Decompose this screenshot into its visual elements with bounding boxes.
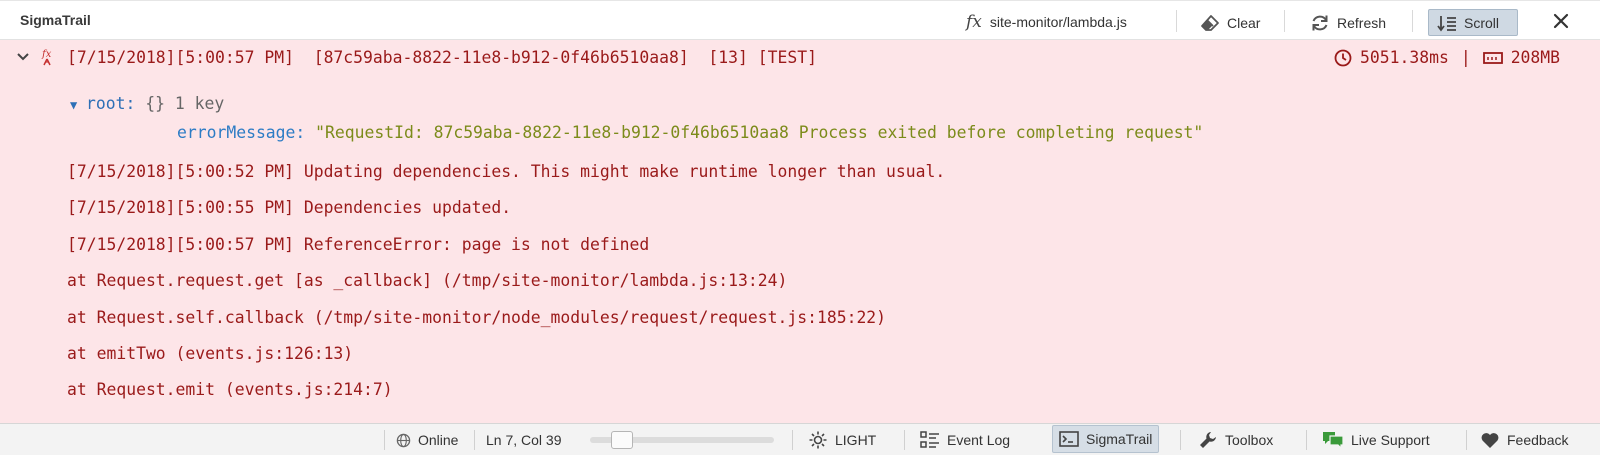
expand-triangle-icon[interactable]: ▼	[70, 98, 86, 112]
sun-icon	[809, 431, 827, 449]
event-log-button[interactable]: Event Log	[920, 428, 1010, 452]
toolbar-divider	[1176, 10, 1177, 32]
refresh-button[interactable]: Refresh	[1302, 9, 1394, 36]
scroll-label: Scroll	[1464, 14, 1500, 31]
clock-icon	[1334, 49, 1352, 66]
app-title: SigmaTrail	[20, 12, 91, 28]
status-divider	[1306, 430, 1307, 450]
close-icon	[1553, 13, 1569, 29]
object-property: errorMessage: "RequestId: 87c59aba-8822-…	[177, 123, 1203, 142]
event-log-label: Event Log	[947, 432, 1011, 448]
refresh-icon	[1312, 15, 1328, 30]
live-support-button[interactable]: Live Support	[1322, 428, 1430, 452]
online-status[interactable]: Online	[396, 428, 458, 452]
function-file-name: site-monitor/lambda.js	[989, 14, 1127, 30]
sigmatrail-button[interactable]: SigmaTrail	[1052, 425, 1160, 453]
object-root-label: root:	[86, 94, 136, 113]
chat-icon	[1323, 432, 1344, 450]
toolbox-label: Toolbox	[1225, 432, 1274, 448]
stack-trace-line: at emitTwo (events.js:126:13)	[67, 344, 354, 363]
log-line: [7/15/2018][5:00:57 PM] ReferenceError: …	[67, 235, 650, 254]
metrics-separator: |	[1460, 48, 1471, 67]
status-divider	[474, 430, 475, 450]
sigmatrail-label: SigmaTrail	[1086, 431, 1153, 447]
toolbar-divider	[1412, 10, 1413, 32]
feedback-label: Feedback	[1507, 432, 1569, 448]
svg-text:fx: fx	[41, 49, 52, 60]
live-support-label: Live Support	[1351, 432, 1430, 448]
log-line: [7/15/2018][5:00:52 PM] Updating depende…	[67, 162, 946, 181]
event-log-icon	[920, 431, 939, 448]
log-entry-header[interactable]: fx [7/15/2018][5:00:57 PM] [87c59aba-882…	[0, 46, 1600, 70]
stack-trace-line: at Request.emit (events.js:214:7)	[67, 380, 393, 399]
slider-handle[interactable]	[611, 431, 633, 449]
close-panel-button[interactable]	[1551, 11, 1571, 31]
auto-scroll-icon	[1437, 15, 1456, 31]
status-divider	[1466, 430, 1467, 450]
memory-icon	[1482, 51, 1503, 64]
log-entry-title: [7/15/2018][5:00:57 PM] [87c59aba-8822-1…	[67, 48, 817, 67]
entry-metrics: 5051.38ms | 208MB	[1334, 48, 1560, 67]
clear-label: Clear	[1227, 14, 1261, 31]
status-bar: Online Ln 7, Col 39 LIGHT Event Log Sigm…	[0, 423, 1600, 455]
stack-trace-line: at Request.request.get [as _callback] (/…	[67, 271, 788, 290]
log-output-panel[interactable]: fx [7/15/2018][5:00:57 PM] [87c59aba-882…	[0, 40, 1600, 423]
function-file-indicator[interactable]: fx site-monitor/lambda.js	[966, 10, 1127, 34]
lambda-error-icon: fx	[41, 49, 52, 66]
status-divider	[792, 430, 793, 450]
cursor-position-text: Ln 7, Col 39	[486, 432, 562, 448]
property-value: "RequestId: 87c59aba-8822-11e8-b912-0f46…	[315, 123, 1204, 142]
object-key-count: 1 key	[174, 94, 225, 113]
top-toolbar: SigmaTrail fx site-monitor/lambda.js Cle…	[0, 0, 1600, 40]
memory-value: 208MB	[1510, 48, 1561, 67]
zoom-slider[interactable]	[590, 431, 774, 449]
feedback-button[interactable]: Feedback	[1480, 428, 1568, 452]
theme-toggle-button[interactable]: LIGHT	[808, 428, 876, 452]
clear-button[interactable]: Clear	[1192, 9, 1268, 36]
object-root-braces: {}	[145, 94, 165, 113]
wrench-icon	[1200, 432, 1216, 448]
cursor-position: Ln 7, Col 39	[486, 428, 562, 452]
heart-icon	[1481, 433, 1499, 448]
toolbar-divider	[1284, 10, 1285, 32]
toolbox-button[interactable]: Toolbox	[1198, 428, 1273, 452]
theme-label: LIGHT	[835, 432, 877, 448]
status-divider	[904, 430, 905, 450]
duration-value: 5051.38ms	[1360, 48, 1449, 67]
status-divider	[1180, 430, 1181, 450]
terminal-icon	[1059, 431, 1079, 447]
globe-icon	[396, 433, 411, 447]
eraser-icon	[1201, 14, 1219, 31]
status-divider	[384, 430, 385, 450]
object-root-node[interactable]: ▼ root: {} 1 key	[70, 94, 224, 113]
stack-trace-line: at Request.self.callback (/tmp/site-moni…	[67, 308, 887, 327]
chevron-down-icon[interactable]	[16, 50, 30, 64]
function-icon: fx	[966, 12, 982, 32]
scroll-toggle-button[interactable]: Scroll	[1428, 9, 1518, 36]
online-label: Online	[418, 432, 459, 448]
property-key: errorMessage:	[177, 123, 306, 142]
log-line: [7/15/2018][5:00:55 PM] Dependencies upd…	[67, 198, 512, 217]
refresh-label: Refresh	[1337, 14, 1387, 31]
